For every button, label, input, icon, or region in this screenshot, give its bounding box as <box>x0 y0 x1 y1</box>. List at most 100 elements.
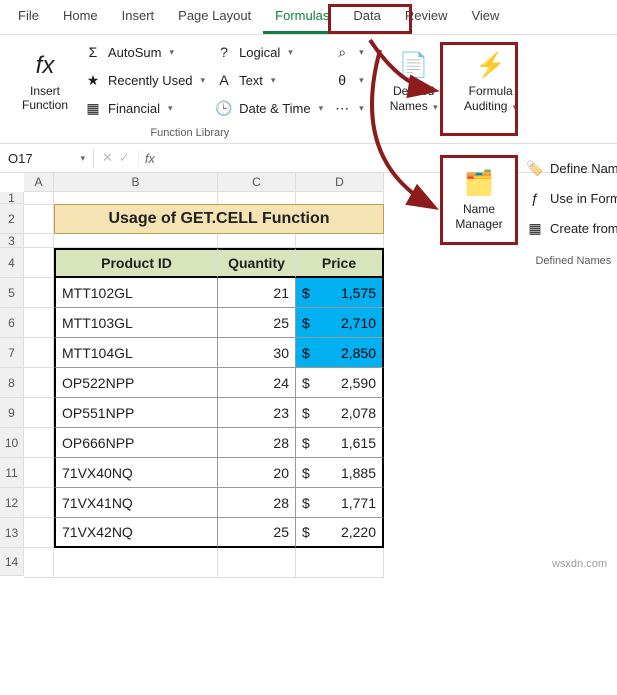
name-manager-icon: 🗂️ <box>464 169 494 198</box>
row-header-10[interactable]: 10 <box>0 428 24 458</box>
cell-quantity[interactable]: 20 <box>218 458 296 488</box>
row-header-6[interactable]: 6 <box>0 308 24 338</box>
header-quantity[interactable]: Quantity <box>218 248 296 278</box>
annotation-name-manager-box: 🗂️ NameManager <box>440 155 518 245</box>
lookup-icon: ⌕ <box>333 44 351 61</box>
cell-product-id[interactable]: OP522NPP <box>54 368 218 398</box>
watermark: wsxdn.com <box>552 558 607 570</box>
col-header-a[interactable]: A <box>24 173 54 192</box>
logical-icon: ? <box>215 44 233 60</box>
text-icon: A <box>215 72 233 88</box>
recently-used-button[interactable]: ★Recently Used▾ <box>80 67 209 93</box>
name-box[interactable]: O17▾ <box>0 149 94 168</box>
create-from-selection-button[interactable]: ▦Create from <box>522 215 617 241</box>
financial-button[interactable]: ▦Financial▾ <box>80 95 209 121</box>
cell-quantity[interactable]: 25 <box>218 308 296 338</box>
tab-page-layout[interactable]: Page Layout <box>166 0 263 34</box>
defined-names-label: Defined Names <box>522 255 617 267</box>
row-header-12[interactable]: 12 <box>0 488 24 518</box>
logical-button[interactable]: ?Logical▾ <box>211 39 327 65</box>
row-header-3[interactable]: 3 <box>0 234 24 248</box>
cell-product-id[interactable]: 71VX40NQ <box>54 458 218 488</box>
header-product-id[interactable]: Product ID <box>54 248 218 278</box>
cell-quantity[interactable]: 24 <box>218 368 296 398</box>
cell-quantity[interactable]: 25 <box>218 518 296 548</box>
sigma-icon: Σ <box>84 44 102 60</box>
more-functions-button[interactable]: ⋯▾ <box>329 95 368 121</box>
cell-quantity[interactable]: 21 <box>218 278 296 308</box>
cell-quantity[interactable]: 28 <box>218 428 296 458</box>
insert-function-button[interactable]: fx InsertFunction <box>12 39 78 125</box>
annotation-defined-names-box <box>440 42 518 136</box>
cell-price[interactable]: $2,710 <box>296 308 384 338</box>
name-manager-button[interactable]: 🗂️ NameManager <box>443 158 515 242</box>
tag-icon: 🏷️ <box>526 160 544 177</box>
cell-product-id[interactable]: 71VX42NQ <box>54 518 218 548</box>
fx-icon: fx <box>36 52 55 80</box>
create-icon: ▦ <box>526 220 544 237</box>
function-library-label: Function Library <box>150 127 229 139</box>
row-header-7[interactable]: 7 <box>0 338 24 368</box>
col-header-c[interactable]: C <box>218 173 296 192</box>
clock-icon: 🕒 <box>215 100 233 117</box>
fx-icon: fx <box>139 151 161 166</box>
defined-names-submenu: 🏷️Define Nam ƒUse in Form ▦Create from D… <box>522 155 617 267</box>
cell-product-id[interactable]: 71VX41NQ <box>54 488 218 518</box>
col-header-b[interactable]: B <box>54 173 218 192</box>
tab-view[interactable]: View <box>459 0 511 34</box>
star-icon: ★ <box>84 72 102 89</box>
tab-file[interactable]: File <box>6 0 51 34</box>
cell-product-id[interactable]: OP666NPP <box>54 428 218 458</box>
cell-quantity[interactable]: 30 <box>218 338 296 368</box>
row-header-8[interactable]: 8 <box>0 368 24 398</box>
row-header-14[interactable]: 14 <box>0 548 24 576</box>
text-button[interactable]: AText▾ <box>211 67 327 93</box>
check-icon: ✓ <box>119 150 130 166</box>
date-time-button[interactable]: 🕒Date & Time▾ <box>211 95 327 121</box>
title-cell[interactable]: Usage of GET.CELL Function <box>54 204 384 234</box>
chevron-down-icon: ▾ <box>80 153 85 164</box>
cell-price[interactable]: $2,850 <box>296 338 384 368</box>
cell-price[interactable]: $2,078 <box>296 398 384 428</box>
row-header-11[interactable]: 11 <box>0 458 24 488</box>
defined-names-button[interactable]: 📄 DefinedNames ▾ <box>379 39 449 125</box>
financial-icon: ▦ <box>84 100 102 117</box>
row-header-1[interactable]: 1 <box>0 192 24 204</box>
defined-names-icon: 📄 <box>399 51 429 80</box>
cell-product-id[interactable]: MTT103GL <box>54 308 218 338</box>
header-price[interactable]: Price <box>296 248 384 278</box>
cell-quantity[interactable]: 28 <box>218 488 296 518</box>
cell-quantity[interactable]: 23 <box>218 398 296 428</box>
cell-price[interactable]: $2,590 <box>296 368 384 398</box>
row-header-5[interactable]: 5 <box>0 278 24 308</box>
menu-bar: File Home Insert Page Layout Formulas Da… <box>0 0 617 35</box>
cell-product-id[interactable]: OP551NPP <box>54 398 218 428</box>
cell-price[interactable]: $1,615 <box>296 428 384 458</box>
math-icon: θ <box>333 72 351 88</box>
row-header-9[interactable]: 9 <box>0 398 24 428</box>
row-header-4[interactable]: 4 <box>0 248 24 278</box>
row-header-13[interactable]: 13 <box>0 518 24 548</box>
annotation-formulas-box <box>328 4 412 34</box>
cancel-icon: ✕ <box>102 150 113 166</box>
fx-tag-icon: ƒ <box>526 190 544 206</box>
cell-product-id[interactable]: MTT102GL <box>54 278 218 308</box>
row-header-2[interactable]: 2 <box>0 204 24 234</box>
tab-home[interactable]: Home <box>51 0 110 34</box>
math-trig-button[interactable]: θ▾ <box>329 67 368 93</box>
insert-function-label: InsertFunction <box>22 84 68 113</box>
cell-price[interactable]: $1,771 <box>296 488 384 518</box>
tab-insert[interactable]: Insert <box>110 0 167 34</box>
define-name-button[interactable]: 🏷️Define Nam <box>522 155 617 181</box>
lookup-button[interactable]: ⌕▾ <box>329 39 368 65</box>
cell-price[interactable]: $1,885 <box>296 458 384 488</box>
autosum-button[interactable]: ΣAutoSum▾ <box>80 39 209 65</box>
col-header-d[interactable]: D <box>296 173 384 192</box>
cell-product-id[interactable]: MTT104GL <box>54 338 218 368</box>
cell-price[interactable]: $2,220 <box>296 518 384 548</box>
more-icon: ⋯ <box>333 100 351 117</box>
use-in-formula-button[interactable]: ƒUse in Form <box>522 185 617 211</box>
formula-buttons: ✕ ✓ <box>94 150 139 166</box>
cell-price[interactable]: $1,575 <box>296 278 384 308</box>
ribbon-formulas: fx InsertFunction ΣAutoSum▾ ★Recently Us… <box>0 35 617 143</box>
